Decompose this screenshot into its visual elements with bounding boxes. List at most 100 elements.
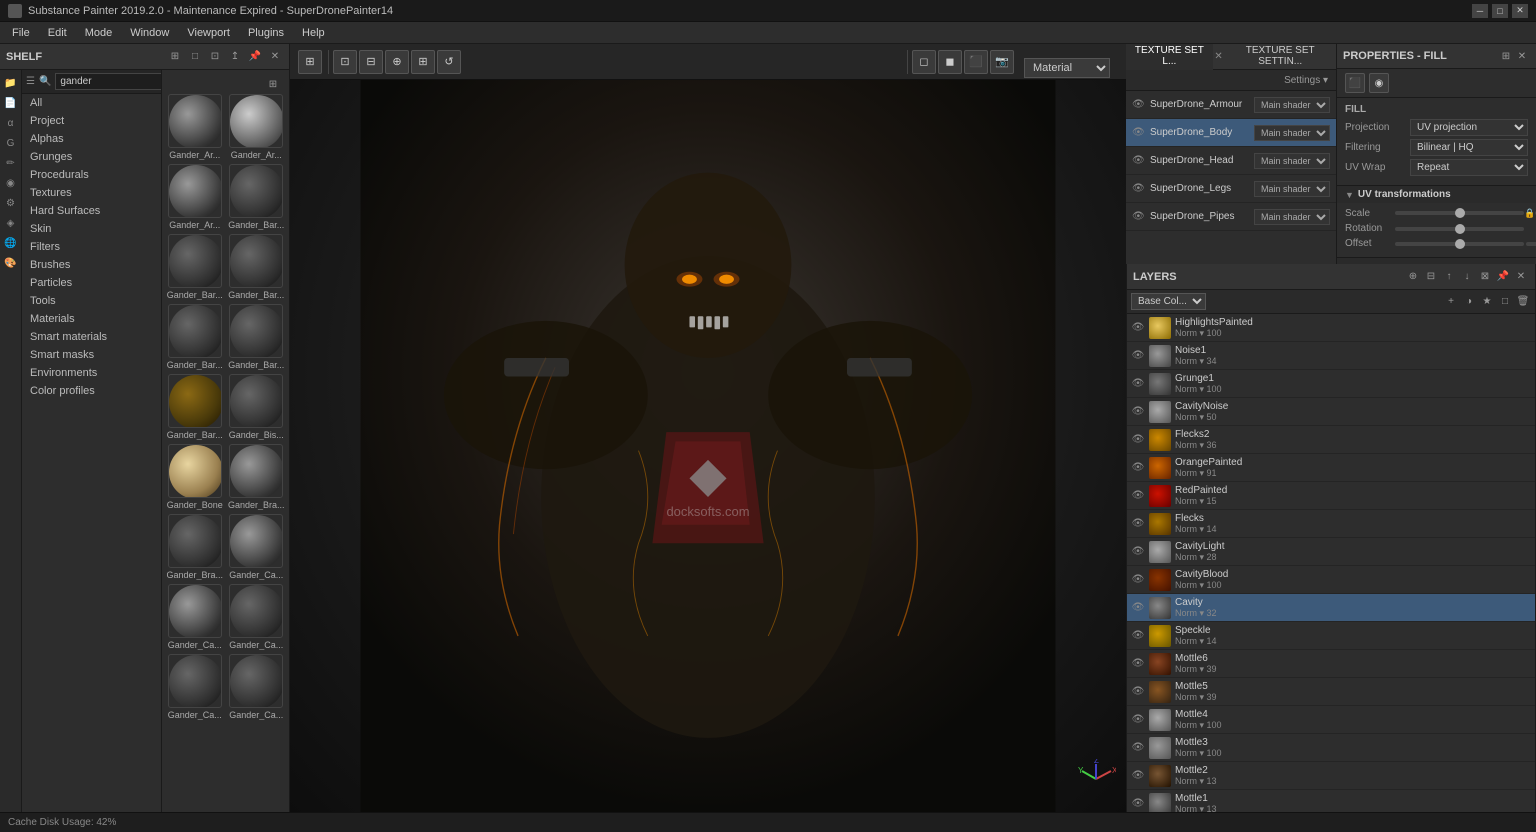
layers-icon-4[interactable]: ↓ [1459, 269, 1475, 285]
asset-item[interactable]: Gander_Ca... [228, 514, 286, 580]
nav-icon-brush[interactable]: ✏ [2, 154, 20, 172]
texture-set-item-legs[interactable]: 👁 SuperDrone_Legs Main shader [1126, 175, 1336, 203]
asset-item[interactable]: Gander_Ar... [166, 164, 224, 230]
category-environments[interactable]: Environments [22, 364, 161, 382]
layer-item-grunge1[interactable]: 👁 Grunge1 Norm ▾ 100 [1127, 370, 1535, 398]
asset-item[interactable]: Gander_Bar... [228, 164, 286, 230]
shelf-close[interactable]: ✕ [267, 49, 283, 65]
nav-icon-alpha[interactable]: α [2, 114, 20, 132]
layers-fx-btn[interactable]: ★ [1479, 294, 1495, 310]
vp-snap-btn[interactable]: ⊕ [385, 50, 409, 74]
shelf-icon-2[interactable]: □ [187, 49, 203, 65]
category-smart-masks[interactable]: Smart masks [22, 346, 161, 364]
eye-icon[interactable]: 👁 [1131, 629, 1145, 643]
offset-slider-2[interactable] [1526, 242, 1536, 246]
eye-icon[interactable]: 👁 [1131, 601, 1145, 615]
menu-mode[interactable]: Mode [77, 25, 121, 41]
asset-item[interactable]: Gander_Bar... [166, 234, 224, 300]
eye-icon-head[interactable]: 👁 [1132, 155, 1146, 166]
eye-icon[interactable]: 👁 [1131, 685, 1145, 699]
material-dropdown[interactable]: Material Base Color Roughness Metallic N… [1024, 58, 1110, 78]
nav-icon-tool[interactable]: ⚙ [2, 194, 20, 212]
shader-dropdown-head[interactable]: Main shader [1254, 153, 1330, 169]
category-textures[interactable]: Textures [22, 184, 161, 202]
asset-item[interactable]: Gander_Bar... [228, 234, 286, 300]
nav-icon-env[interactable]: 🌐 [2, 234, 20, 252]
shader-dropdown-body[interactable]: Main shader [1254, 125, 1330, 141]
shelf-pin[interactable]: 📌 [247, 49, 263, 65]
shader-dropdown-pipes[interactable]: Main shader [1254, 209, 1330, 225]
eye-icon[interactable]: 👁 [1131, 657, 1145, 671]
layer-item-cavity[interactable]: 👁 Cavity Norm ▾ 32 [1127, 594, 1535, 622]
texture-set-item-armour[interactable]: 👁 SuperDrone_Armour Main shader [1126, 91, 1336, 119]
eye-icon[interactable]: 👁 [1131, 545, 1145, 559]
shelf-icon-4[interactable]: ↥ [227, 49, 243, 65]
tab-texture-set-settings[interactable]: TEXTURE SET SETTIN... [1224, 44, 1336, 73]
shelf-icon-1[interactable]: ⊞ [167, 49, 183, 65]
vp-frame-btn[interactable]: ⊟ [359, 50, 383, 74]
category-grunges[interactable]: Grunges [22, 148, 161, 166]
vp-render-btn4[interactable]: 📷 [990, 50, 1014, 74]
lock-icon[interactable]: 🔒 [1524, 207, 1535, 219]
eye-icon[interactable]: 👁 [1131, 713, 1145, 727]
layers-icon-1[interactable]: ⊕ [1405, 269, 1421, 285]
eye-icon-armour[interactable]: 👁 [1132, 99, 1146, 110]
layer-item-red-painted[interactable]: 👁 RedPainted Norm ▾ 15 [1127, 482, 1535, 510]
layers-blend-dropdown[interactable]: Base Col... [1131, 293, 1206, 310]
layer-item-cavity-light[interactable]: 👁 CavityLight Norm ▾ 28 [1127, 538, 1535, 566]
category-smart-materials[interactable]: Smart materials [22, 328, 161, 346]
asset-item[interactable]: Gander_Bone [166, 444, 224, 510]
eye-icon[interactable]: 👁 [1131, 797, 1145, 811]
layer-item-mottle2[interactable]: 👁 Mottle2 Norm ▾ 13 [1127, 762, 1535, 790]
layers-pin[interactable]: 📌 [1495, 269, 1511, 285]
layer-item-cavity-noise[interactable]: 👁 CavityNoise Norm ▾ 50 [1127, 398, 1535, 426]
properties-expand[interactable]: ⊞ [1498, 48, 1514, 64]
rotation-slider[interactable] [1395, 227, 1524, 231]
menu-help[interactable]: Help [294, 25, 333, 41]
vp-render-btn1[interactable]: ◻ [912, 50, 936, 74]
category-project[interactable]: Project [22, 112, 161, 130]
eye-icon-body[interactable]: 👁 [1132, 127, 1146, 138]
minimize-button[interactable]: ─ [1472, 4, 1488, 18]
layer-item-highlights-painted[interactable]: 👁 HighlightsPainted Norm ▾ 100 [1127, 314, 1535, 342]
menu-file[interactable]: File [4, 25, 38, 41]
layer-item-flecks2[interactable]: 👁 Flecks2 Norm ▾ 36 [1127, 426, 1535, 454]
layer-item-flecks[interactable]: 👁 Flecks Norm ▾ 14 [1127, 510, 1535, 538]
vp-align-btn[interactable]: ⊞ [411, 50, 435, 74]
vp-rotate-btn[interactable]: ↺ [437, 50, 461, 74]
layers-mask-btn[interactable]: ◑ [1461, 294, 1477, 310]
eye-icon[interactable]: 👁 [1131, 769, 1145, 783]
properties-close[interactable]: ✕ [1514, 48, 1530, 64]
layer-item-mottle6[interactable]: 👁 Mottle6 Norm ▾ 39 [1127, 650, 1535, 678]
nav-icon-color[interactable]: 🎨 [2, 254, 20, 272]
vp-render-btn2[interactable]: ◼ [938, 50, 962, 74]
menu-window[interactable]: Window [122, 25, 177, 41]
asset-item[interactable]: Gander_Ca... [228, 584, 286, 650]
maximize-button[interactable]: □ [1492, 4, 1508, 18]
asset-item[interactable]: Gander_Bra... [228, 444, 286, 510]
asset-item[interactable]: Gander_Ca... [166, 654, 224, 720]
texture-set-item-pipes[interactable]: 👁 SuperDrone_Pipes Main shader [1126, 203, 1336, 231]
shader-dropdown-armour[interactable]: Main shader [1254, 97, 1330, 113]
fill-icon-2[interactable]: ◉ [1369, 73, 1389, 93]
asset-item[interactable]: Gander_Ca... [166, 584, 224, 650]
category-particles[interactable]: Particles [22, 274, 161, 292]
layers-icon-2[interactable]: ⊟ [1423, 269, 1439, 285]
tab-texture-set-list[interactable]: TEXTURE SET L... [1126, 44, 1213, 73]
eye-icon[interactable]: 👁 [1131, 461, 1145, 475]
asset-item[interactable]: Gander_Ar... [166, 94, 224, 160]
layers-icon-3[interactable]: ↑ [1441, 269, 1457, 285]
scale-slider[interactable] [1395, 211, 1524, 215]
asset-item[interactable]: Gander_Bar... [228, 304, 286, 370]
eye-icon[interactable]: 👁 [1131, 517, 1145, 531]
layer-item-orange-painted[interactable]: 👁 OrangePainted Norm ▾ 91 [1127, 454, 1535, 482]
category-skin[interactable]: Skin [22, 220, 161, 238]
category-procedurals[interactable]: Procedurals [22, 166, 161, 184]
asset-item[interactable]: Gander_Bar... [166, 374, 224, 440]
asset-item[interactable]: Gander_Bis... [228, 374, 286, 440]
menu-edit[interactable]: Edit [40, 25, 75, 41]
asset-item[interactable]: Gander_Ca... [228, 654, 286, 720]
eye-icon[interactable]: 👁 [1131, 405, 1145, 419]
filtering-dropdown[interactable]: Bilinear | HQ [1410, 139, 1528, 156]
eye-icon[interactable]: 👁 [1131, 349, 1145, 363]
